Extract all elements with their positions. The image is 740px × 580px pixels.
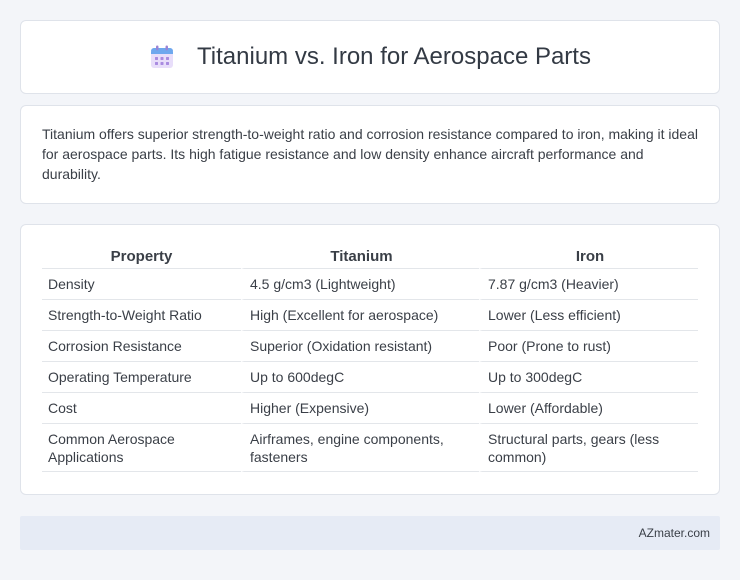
table-row: Strength-to-Weight Ratio High (Excellent… — [42, 300, 698, 331]
cell-titanium: Airframes, engine components, fasteners — [241, 424, 479, 472]
table-row: Operating Temperature Up to 600degC Up t… — [42, 362, 698, 393]
description-card: Titanium offers superior strength-to-wei… — [20, 105, 720, 204]
cell-titanium: Superior (Oxidation resistant) — [241, 331, 479, 362]
column-header-iron: Iron — [479, 245, 698, 269]
table-row: Cost Higher (Expensive) Lower (Affordabl… — [42, 393, 698, 424]
page-title: Titanium vs. Iron for Aerospace Parts — [197, 43, 591, 70]
cell-iron: Structural parts, gears (less common) — [479, 424, 698, 472]
title-card: Titanium vs. Iron for Aerospace Parts — [20, 20, 720, 94]
table-row: Density 4.5 g/cm3 (Lightweight) 7.87 g/c… — [42, 269, 698, 300]
footer-brand: AZmater.com — [638, 526, 710, 540]
cell-titanium: Up to 600degC — [241, 362, 479, 393]
cell-property: Operating Temperature — [42, 362, 241, 393]
footer: AZmater.com — [20, 516, 720, 550]
cell-property: Strength-to-Weight Ratio — [42, 300, 241, 331]
column-header-titanium: Titanium — [241, 245, 479, 269]
table-row: Corrosion Resistance Superior (Oxidation… — [42, 331, 698, 362]
table-header-row: Property Titanium Iron — [42, 245, 698, 269]
cell-property: Density — [42, 269, 241, 300]
cell-titanium: 4.5 g/cm3 (Lightweight) — [241, 269, 479, 300]
comparison-card: Property Titanium Iron Density 4.5 g/cm3… — [20, 224, 720, 495]
cell-iron: 7.87 g/cm3 (Heavier) — [479, 269, 698, 300]
cell-iron: Poor (Prone to rust) — [479, 331, 698, 362]
table-row: Common Aerospace Applications Airframes,… — [42, 424, 698, 472]
calendar-icon — [149, 44, 175, 70]
cell-property: Common Aerospace Applications — [42, 424, 241, 472]
cell-property: Cost — [42, 393, 241, 424]
cell-property: Corrosion Resistance — [42, 331, 241, 362]
cell-iron: Lower (Affordable) — [479, 393, 698, 424]
cell-iron: Lower (Less efficient) — [479, 300, 698, 331]
cell-titanium: Higher (Expensive) — [241, 393, 479, 424]
cell-iron: Up to 300degC — [479, 362, 698, 393]
cell-titanium: High (Excellent for aerospace) — [241, 300, 479, 331]
column-header-property: Property — [42, 245, 241, 269]
description-text: Titanium offers superior strength-to-wei… — [42, 126, 698, 182]
comparison-table: Property Titanium Iron Density 4.5 g/cm3… — [42, 245, 698, 472]
